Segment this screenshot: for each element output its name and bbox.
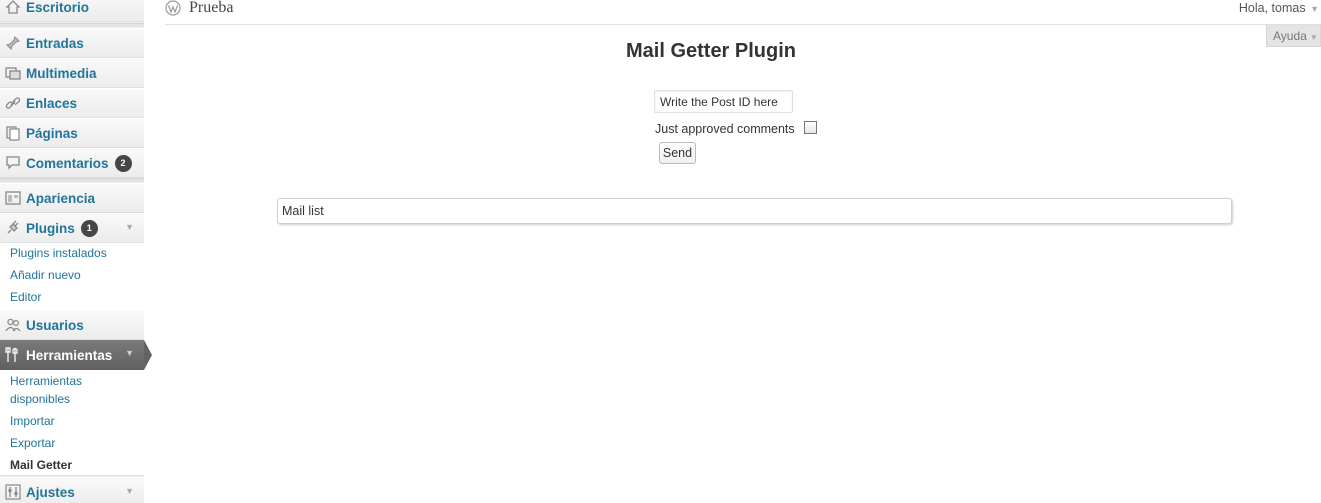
menu-label: Plugins [26, 220, 75, 236]
mail-list-field[interactable] [277, 198, 1232, 224]
menu-item-plugins[interactable]: Plugins 1 ▼ [0, 213, 144, 243]
approved-comments-label: Just approved comments [655, 122, 795, 136]
comment-icon [4, 154, 22, 172]
submenu-anadir-nuevo[interactable]: Añadir nuevo [10, 266, 81, 284]
plugins-submenu: Plugins instalados Añadir nuevo Editor [0, 243, 144, 311]
plugin-update-badge: 1 [80, 219, 98, 237]
pin-icon [4, 34, 22, 52]
appearance-icon [4, 189, 22, 207]
dashboard-icon [4, 0, 22, 16]
site-name-link[interactable]: Prueba [189, 0, 233, 17]
menu-item-paginas[interactable]: Páginas [0, 118, 144, 148]
chevron-down-icon: ▼ [1309, 33, 1318, 42]
menu-item-ajustes[interactable]: Ajustes ▼ [0, 477, 144, 503]
user-greeting[interactable]: Hola, tomas ▼ [1239, 1, 1319, 15]
menu-label: Herramientas [26, 347, 113, 363]
menu-label: Escritorio [26, 0, 90, 15]
pages-icon [4, 124, 22, 142]
chevron-down-icon[interactable]: ▼ [125, 222, 134, 232]
menu-label: Comentarios [26, 155, 109, 171]
submenu-mail-getter[interactable]: Mail Getter [10, 456, 72, 474]
menu-item-usuarios[interactable]: Usuarios [0, 310, 144, 340]
menu-item-multimedia[interactable]: Multimedia [0, 58, 144, 88]
submenu-herramientas-disponibles[interactable]: Herramientas [10, 372, 82, 390]
menu-item-herramientas[interactable]: Herramientas ▼ [0, 340, 152, 370]
menu-item-entradas[interactable]: Entradas [0, 28, 144, 58]
menu-label: Páginas [26, 125, 78, 141]
comment-count-badge: 2 [114, 154, 132, 172]
link-icon [4, 94, 22, 112]
tools-icon [4, 346, 22, 364]
users-icon [4, 316, 22, 334]
wordpress-logo-icon [165, 0, 181, 16]
submenu-plugins-instalados[interactable]: Plugins instalados [10, 244, 107, 262]
submenu-editor[interactable]: Editor [10, 288, 41, 306]
menu-label: Entradas [26, 35, 84, 51]
menu-item-enlaces[interactable]: Enlaces [0, 88, 144, 118]
greeting-text: Hola, tomas [1238, 1, 1306, 15]
media-icon [4, 64, 22, 82]
menu-item-apariencia[interactable]: Apariencia [0, 183, 144, 213]
send-button[interactable]: Send [659, 142, 696, 164]
chevron-down-icon[interactable]: ▼ [125, 348, 134, 358]
page-title: Mail Getter Plugin [625, 40, 797, 62]
menu-item-comentarios[interactable]: Comentarios 2 [0, 148, 144, 178]
chevron-down-icon[interactable]: ▼ [125, 486, 134, 496]
chevron-down-icon: ▼ [1307, 4, 1319, 14]
admin-sidebar: Escritorio Entradas Multimedia Enlaces P… [0, 0, 152, 503]
plugin-icon [4, 219, 22, 237]
approved-comments-checkbox[interactable] [804, 121, 817, 134]
menu-label: Ajustes [26, 484, 75, 500]
help-tab[interactable]: Ayuda ▼ [1266, 25, 1321, 47]
tools-submenu: Herramientas disponibles Importar Export… [0, 370, 144, 476]
menu-label: Enlaces [26, 95, 78, 111]
menu-label: Multimedia [26, 65, 97, 81]
settings-icon [4, 483, 22, 501]
menu-item-escritorio[interactable]: Escritorio [0, 0, 144, 22]
menu-label: Apariencia [26, 190, 96, 206]
menu-label: Usuarios [26, 317, 84, 333]
post-id-input[interactable] [654, 90, 793, 113]
admin-header: Prueba Hola, tomas ▼ [165, 0, 1321, 25]
submenu-importar[interactable]: Importar [10, 412, 55, 430]
help-tab-label: Ayuda [1273, 29, 1307, 43]
submenu-herramientas-disponibles-line2[interactable]: disponibles [10, 390, 70, 408]
menu-separator [0, 178, 144, 182]
submenu-exportar[interactable]: Exportar [10, 434, 55, 452]
menu-separator [0, 23, 144, 27]
